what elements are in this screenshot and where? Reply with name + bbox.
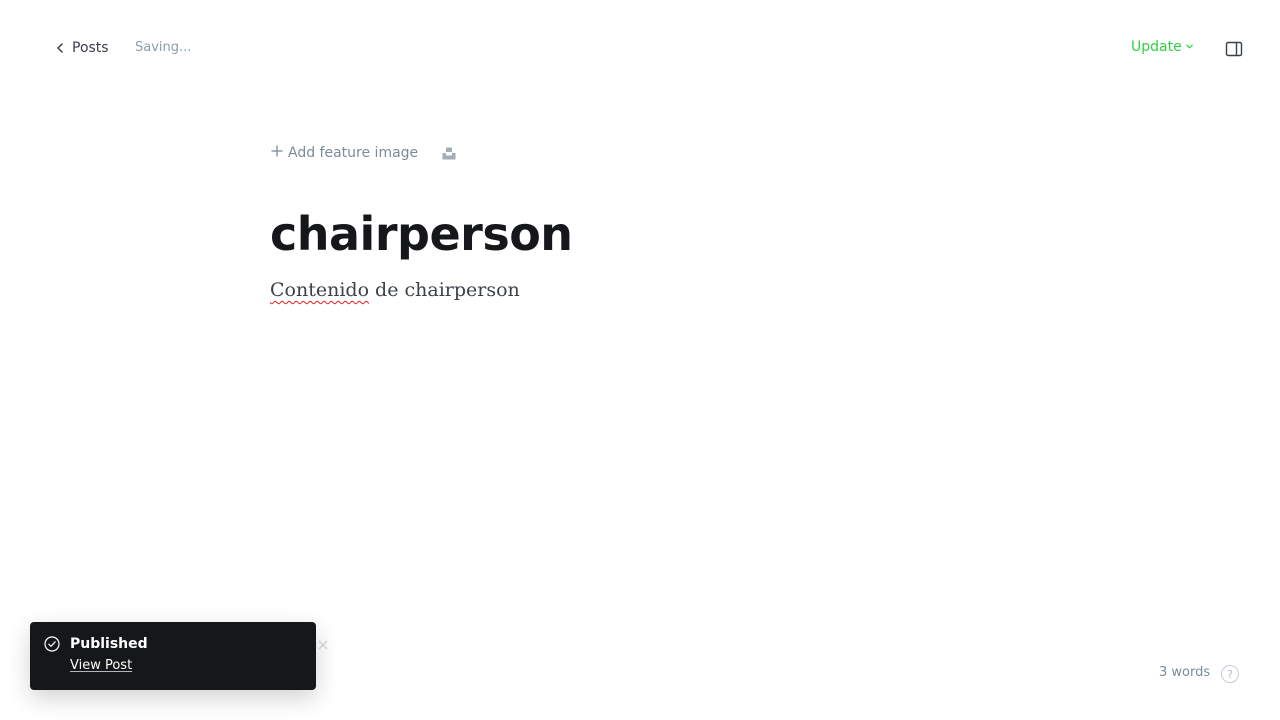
- plus-icon: [270, 144, 284, 162]
- check-circle-icon: [44, 636, 60, 652]
- body-text: de chairperson: [369, 279, 520, 301]
- published-notification: Published View Post: [30, 622, 328, 690]
- feature-image-row: Add feature image: [270, 140, 1010, 166]
- sidebar-panel-icon[interactable]: [1224, 39, 1244, 59]
- add-feature-image-button[interactable]: Add feature image: [270, 144, 418, 162]
- unsplash-icon[interactable]: [440, 144, 458, 162]
- add-feature-image-label: Add feature image: [288, 145, 419, 161]
- update-button[interactable]: Update: [1131, 39, 1194, 55]
- editor-header: Posts Saving... Update: [0, 0, 1280, 96]
- back-label: Posts: [72, 40, 109, 56]
- help-icon[interactable]: ?: [1221, 665, 1239, 683]
- save-status: Saving...: [135, 40, 192, 55]
- post-editor: Add feature image chairperson Contenido …: [270, 140, 1010, 304]
- chevron-down-icon: [1185, 39, 1194, 55]
- view-post-link[interactable]: View Post: [70, 658, 132, 673]
- notification-title: Published: [70, 636, 148, 652]
- word-count: 3 words: [1159, 665, 1211, 680]
- post-body[interactable]: Contenido de chairperson: [270, 276, 1010, 304]
- chevron-left-icon: [54, 42, 66, 54]
- misspelled-word: Contenido: [270, 279, 370, 301]
- back-to-posts-link[interactable]: Posts: [54, 38, 109, 58]
- post-title[interactable]: chairperson: [270, 206, 1010, 262]
- close-icon[interactable]: [314, 636, 332, 654]
- update-label: Update: [1131, 39, 1182, 55]
